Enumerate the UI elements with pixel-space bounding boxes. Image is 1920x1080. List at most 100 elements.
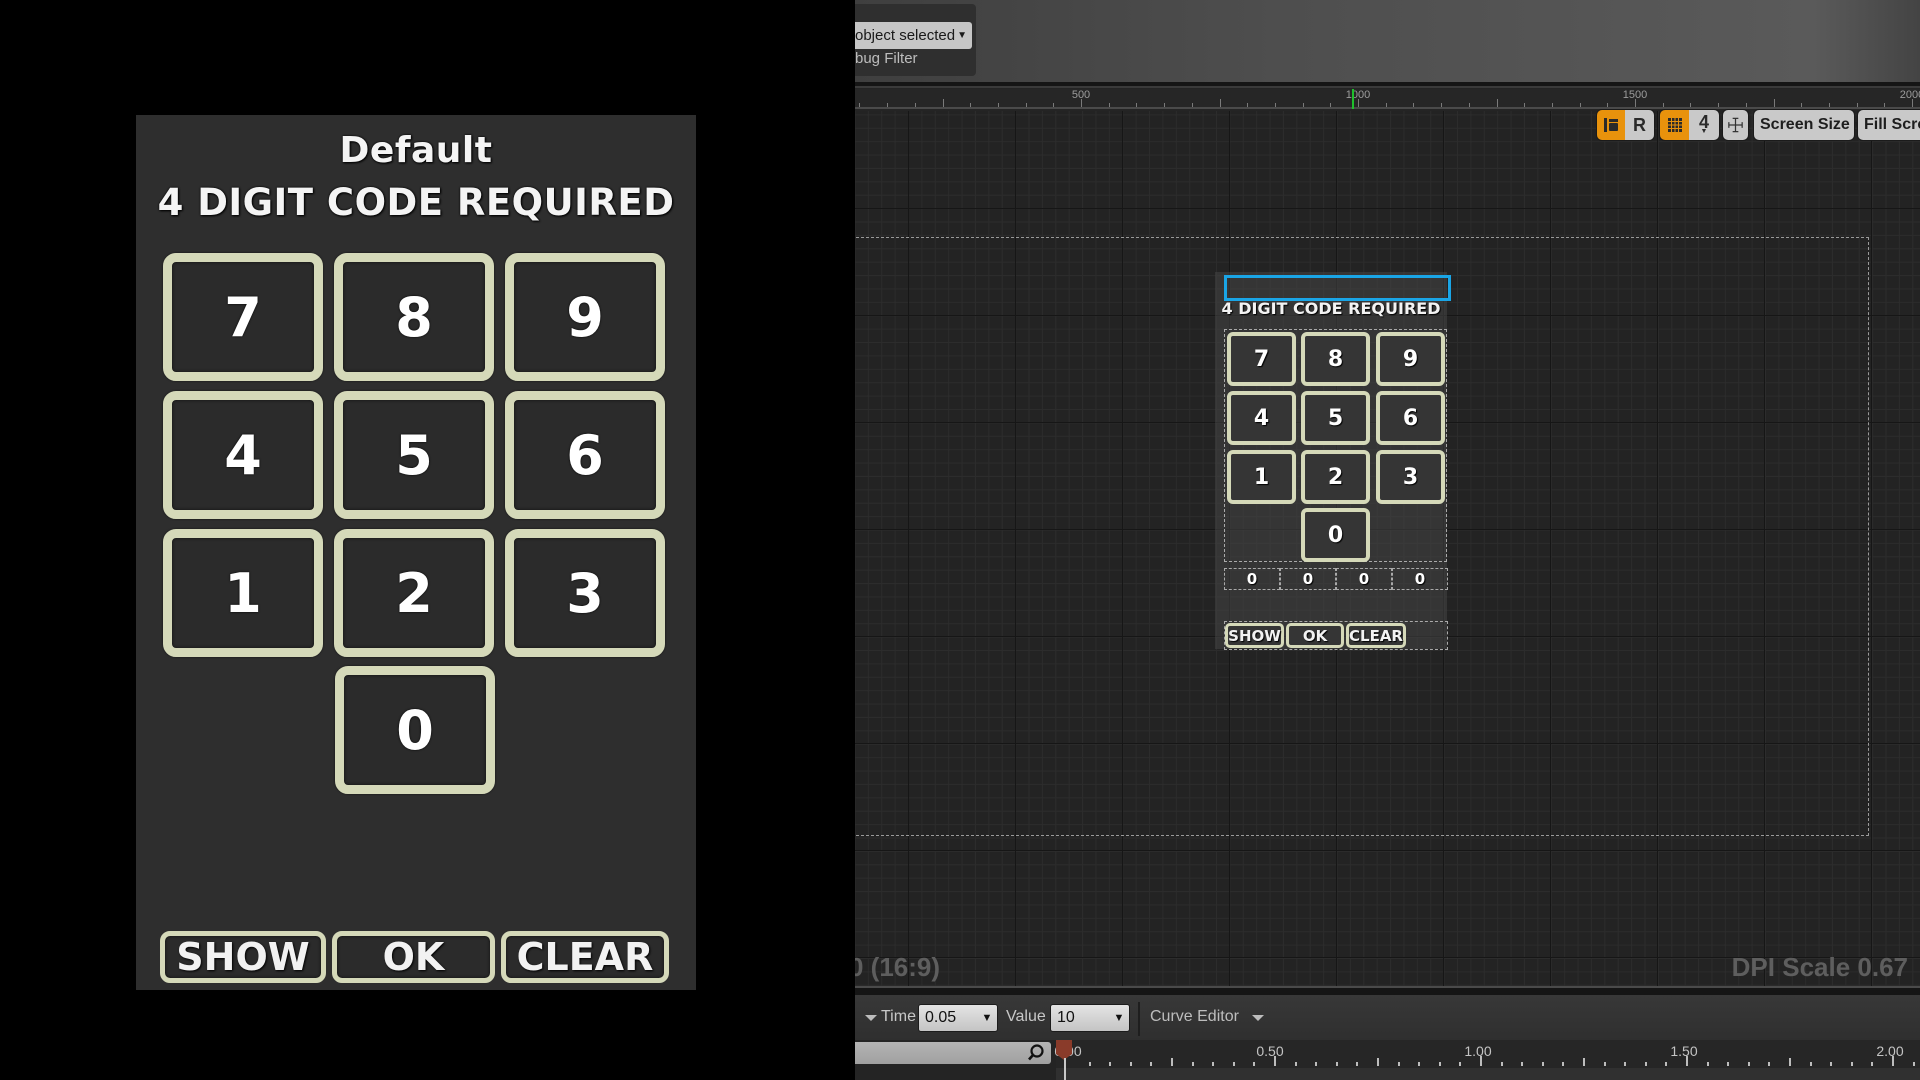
ruler-label: 1500 (1622, 89, 1648, 101)
timeline-tick (1232, 1062, 1235, 1066)
ruler-tick (1274, 103, 1276, 107)
ruler-tick (859, 103, 861, 107)
horizontal-ruler: 500 1000 1500 2000 (855, 89, 1920, 109)
timeline-tick (1727, 1062, 1730, 1066)
preview-key-8[interactable]: 8 (334, 253, 494, 381)
preview-key-7[interactable]: 7 (163, 253, 323, 381)
timeline-tick (1171, 1058, 1173, 1066)
ruler-tick (1191, 103, 1193, 107)
ruler-cursor-marker (1352, 89, 1354, 109)
value-input[interactable]: 10 ▼ (1050, 1004, 1130, 1032)
preview-key-5[interactable]: 5 (334, 391, 494, 519)
keypad-preview-panel: Default 4 DIGIT CODE REQUIRED 7 8 9 4 5 … (136, 115, 696, 990)
preview-ok-button[interactable]: OK (332, 931, 495, 983)
timeline-tick (1294, 1062, 1297, 1066)
debug-filter-label: bug Filter (855, 50, 918, 67)
ruler-tick (1330, 103, 1332, 107)
widget-key-2[interactable]: 2 (1301, 450, 1370, 504)
preview-key-3[interactable]: 3 (505, 529, 665, 657)
ruler-label: 1000 (1345, 89, 1371, 101)
selected-title-textblock[interactable] (1224, 275, 1451, 301)
dropdown-arrow-icon[interactable]: ▼ (977, 1005, 997, 1031)
widget-keypad-grid[interactable]: 7 8 9 4 5 6 1 2 3 0 (1224, 329, 1447, 562)
zoom-to-fit-icon (1728, 117, 1743, 133)
timeline-track-area[interactable] (1056, 1068, 1920, 1080)
ruler-tick (887, 103, 889, 107)
timeline-tick (1253, 1062, 1256, 1066)
code-digit: 0 (1224, 568, 1280, 590)
respect-locks-toggle[interactable]: R (1597, 110, 1654, 140)
timeline-tick (1665, 1062, 1668, 1066)
designer-canvas[interactable]: 4 DIGIT CODE REQUIRED 7 8 9 4 5 6 1 2 3 … (855, 111, 1920, 986)
dropdown-arrow-icon[interactable] (865, 1015, 877, 1021)
timeline-label: 2.00 (1876, 1043, 1904, 1059)
widget-key-8[interactable]: 8 (1301, 332, 1370, 386)
widget-key-5[interactable]: 5 (1301, 391, 1370, 445)
preview-title: Default (339, 130, 493, 171)
widget-key-6[interactable]: 6 (1376, 391, 1445, 445)
panel-divider[interactable] (855, 82, 1920, 88)
timeline-tick (1562, 1062, 1565, 1066)
timeline-tick (1830, 1062, 1833, 1066)
fill-screen-dropdown[interactable]: Fill Scree (1858, 110, 1920, 140)
widget-clear-button[interactable]: CLEAR (1346, 623, 1406, 648)
widget-key-0[interactable]: 0 (1301, 508, 1370, 562)
widget-key-7[interactable]: 7 (1227, 332, 1296, 386)
preview-show-button[interactable]: SHOW (160, 931, 326, 983)
grid-snap-toggle[interactable]: 4 ▼ (1660, 110, 1719, 140)
ruler-tick (1468, 103, 1470, 107)
code-digit: 0 (1392, 568, 1448, 590)
preview-clear-button[interactable]: CLEAR (501, 931, 669, 983)
curve-editor-dropdown-icon[interactable] (1252, 1015, 1264, 1021)
timeline-tick (1521, 1062, 1524, 1066)
toolbar-separator (1138, 1002, 1140, 1036)
timeline-tick (1912, 1062, 1915, 1066)
timeline-tick (1191, 1062, 1194, 1066)
time-input[interactable]: 0.05 ▼ (918, 1004, 998, 1032)
ruler-tick (1025, 103, 1027, 107)
fill-screen-label: Fill Scree (1864, 116, 1920, 133)
timeline-tick (1315, 1062, 1318, 1066)
screen-size-label: Screen Size (1760, 116, 1850, 133)
widget-designer-editor: object selected ▼ bug Filter 500 1000 15… (855, 0, 1920, 1080)
widget-ok-button[interactable]: OK (1286, 623, 1344, 648)
value-label: Value (1006, 1008, 1046, 1025)
screen-size-dropdown[interactable]: Screen Size ▼ (1754, 110, 1863, 140)
timeline-tick (1459, 1062, 1462, 1066)
grid-snap-value[interactable]: 4 ▼ (1689, 110, 1719, 140)
code-display: 0 0 0 0 (1224, 568, 1448, 590)
curve-editor-button[interactable]: Curve Editor (1150, 1008, 1239, 1026)
widget-show-button[interactable]: SHOW (1225, 623, 1284, 648)
keypad-widget[interactable]: 4 DIGIT CODE REQUIRED 7 8 9 4 5 6 1 2 3 … (1215, 272, 1451, 650)
preview-key-0[interactable]: 0 (335, 666, 495, 794)
preview-key-9[interactable]: 9 (505, 253, 665, 381)
dropdown-arrow-icon[interactable]: ▼ (1109, 1005, 1129, 1031)
widget-key-3[interactable]: 3 (1376, 450, 1445, 504)
ruler-tick (1247, 103, 1249, 107)
timeline-tick (1356, 1062, 1359, 1066)
ruler-label: 2000 (1899, 89, 1920, 101)
ruler-tick (1385, 103, 1387, 107)
ruler-tick (1801, 103, 1803, 107)
dpi-scale-label: DPI Scale 0.67 (1731, 952, 1908, 982)
preview-key-1[interactable]: 1 (163, 529, 323, 657)
preview-code-required-label: 4 DIGIT CODE REQUIRED (157, 181, 675, 224)
zoom-to-fit-button[interactable] (1723, 110, 1748, 140)
widget-key-1[interactable]: 1 (1227, 450, 1296, 504)
timeline-tick (1747, 1062, 1750, 1066)
preview-key-4[interactable]: 4 (163, 391, 323, 519)
widget-key-4[interactable]: 4 (1227, 391, 1296, 445)
panel-divider[interactable] (855, 986, 1920, 995)
preview-key-2[interactable]: 2 (334, 529, 494, 657)
track-search-input[interactable] (855, 1042, 1051, 1064)
timeline-tick (1789, 1058, 1791, 1066)
ruler-tick (1551, 103, 1553, 107)
widget-key-9[interactable]: 9 (1376, 332, 1445, 386)
widget-code-required-label[interactable]: 4 DIGIT CODE REQUIRED (1215, 299, 1447, 318)
ruler-tick (1053, 103, 1055, 107)
preview-key-6[interactable]: 6 (505, 391, 665, 519)
debug-object-dropdown[interactable]: object selected ▼ (855, 22, 972, 49)
ruler-tick (1219, 99, 1221, 107)
playhead-line (1064, 1058, 1066, 1080)
timeline-ruler[interactable]: 0.00 0.50 1.00 1.50 2.00 (1054, 1040, 1920, 1068)
